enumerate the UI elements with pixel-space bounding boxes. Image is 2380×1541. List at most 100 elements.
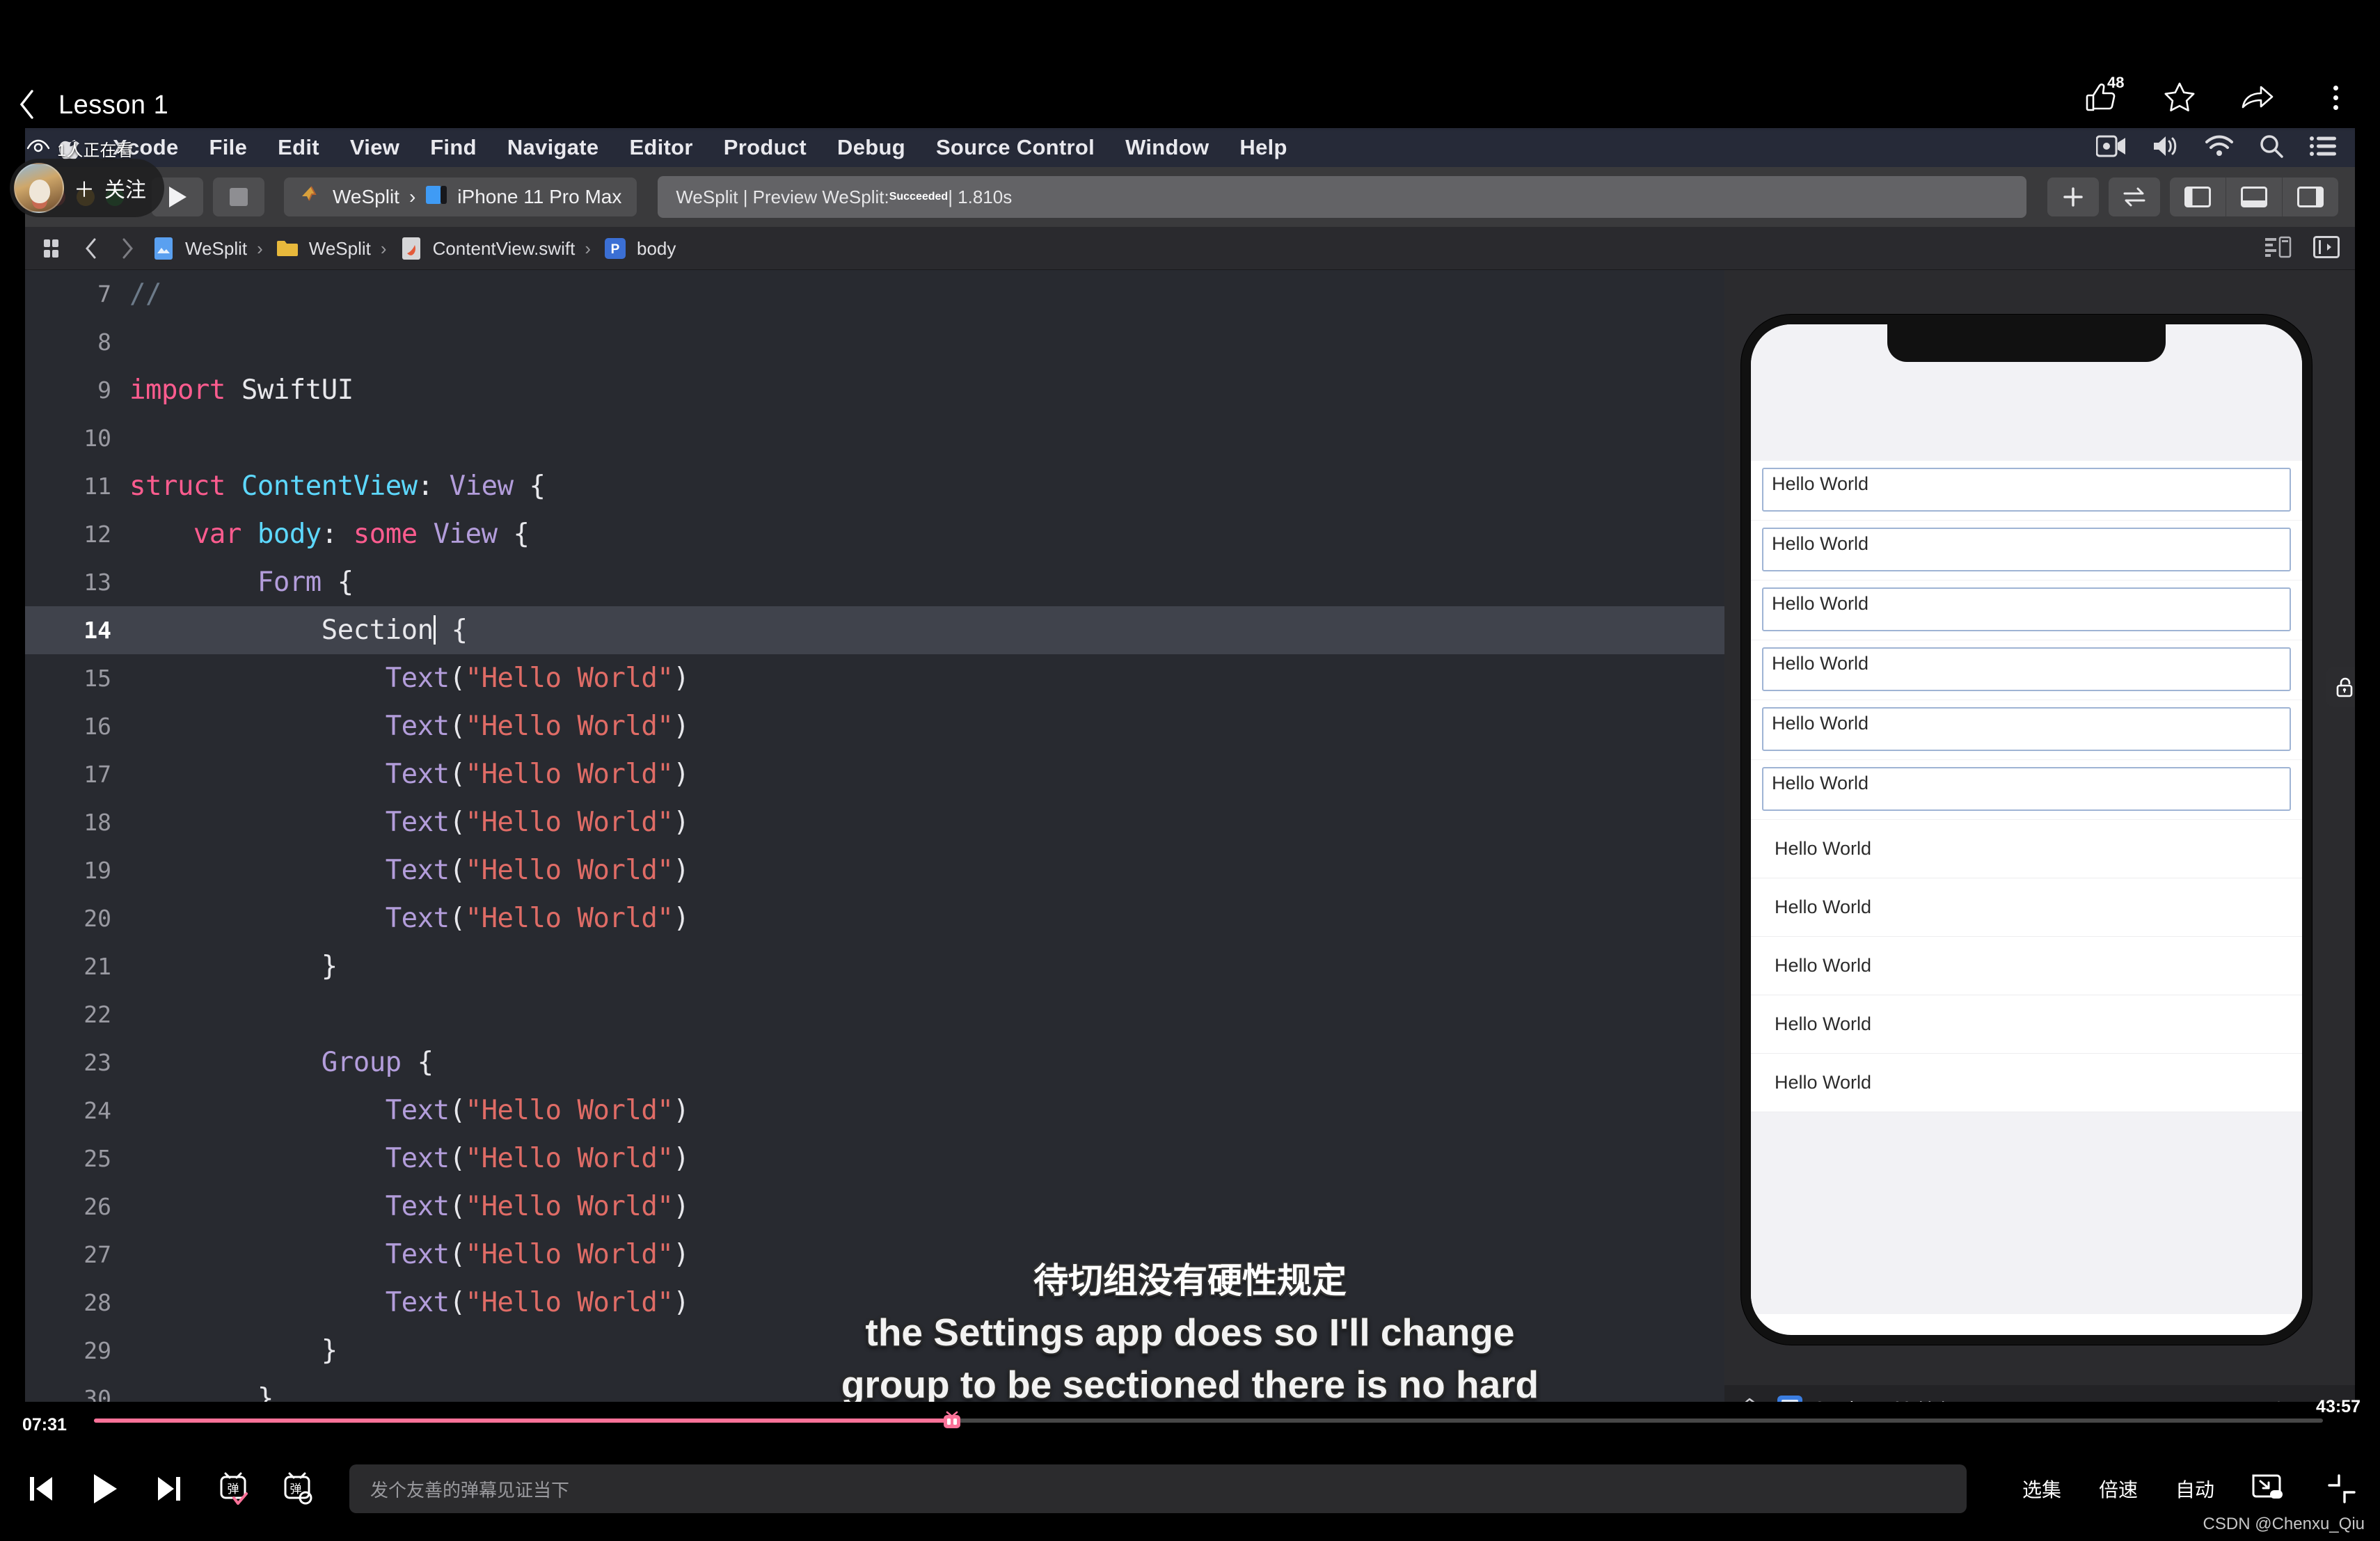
follow-button[interactable]: ＋ 关注	[10, 159, 164, 217]
code-line[interactable]: 21 }	[25, 942, 1724, 990]
toggle-navigator-panel-button[interactable]	[2170, 177, 2226, 216]
line-number: 18	[84, 809, 111, 836]
next-episode-button[interactable]	[145, 1464, 193, 1513]
scheme-selector[interactable]: WeSplit › iPhone 11 Pro Max	[284, 177, 637, 216]
breadcrumb-item-folder[interactable]: WeSplit	[309, 238, 371, 260]
menu-item-product[interactable]: Product	[724, 135, 807, 160]
wifi-icon[interactable]	[2205, 134, 2234, 161]
add-editor-button[interactable]	[2047, 177, 2099, 216]
code-line[interactable]: 25 Text("Hello World")	[25, 1135, 1724, 1183]
swift-file-icon	[397, 234, 426, 263]
danmaku-on-icon[interactable]: 弹	[209, 1464, 257, 1513]
code-line[interactable]: 10	[25, 414, 1724, 462]
breadcrumb-item-file[interactable]: ContentView.swift	[433, 238, 576, 260]
toggle-preview-canvas-icon[interactable]	[2313, 235, 2340, 262]
code-line[interactable]: 29 }	[25, 1327, 1724, 1375]
menu-item-file[interactable]: File	[209, 135, 248, 160]
previous-episode-button[interactable]	[17, 1464, 65, 1513]
preview-row-text: Hello World	[1775, 1072, 1872, 1093]
line-number: 16	[84, 713, 111, 740]
control-center-icon[interactable]	[2309, 136, 2337, 160]
minimap-toggle-icon[interactable]	[2264, 236, 2292, 262]
like-button[interactable]: 48	[2082, 74, 2124, 117]
xcode-toolbar: WeSplit › iPhone 11 Pro Max WeSplit | Pr…	[25, 167, 2355, 228]
code-line[interactable]: 15 Text("Hello World")	[25, 654, 1724, 702]
code-lines-container: 7 // 8 9 import SwiftUI 10 11 struct ContentVie…	[25, 270, 1724, 1423]
status-prefix: WeSplit | Preview WeSplit:	[676, 186, 889, 207]
code-line[interactable]: 13 Form {	[25, 558, 1724, 606]
menu-item-editor[interactable]: Editor	[629, 135, 692, 160]
code-line[interactable]: 28 Text("Hello World")	[25, 1279, 1724, 1327]
form-section-boxed: Hello World Hello World Hello World Hello W…	[1751, 461, 2302, 820]
menu-item-edit[interactable]: Edit	[278, 135, 319, 160]
progress-track[interactable]	[94, 1411, 2323, 1428]
code-editor[interactable]: 7 // 8 9 import SwiftUI 10 11 struct ContentVie…	[25, 270, 1724, 1430]
grid-icon[interactable]	[40, 234, 70, 263]
share-button[interactable]	[2238, 78, 2277, 117]
breadcrumb-sep-2: ›	[380, 237, 387, 259]
quality-auto-button[interactable]: 自动	[2175, 1475, 2214, 1503]
menu-item-find[interactable]: Find	[430, 135, 477, 160]
screen-recording-icon[interactable]	[2095, 134, 2127, 161]
play-button[interactable]	[81, 1464, 129, 1513]
preview-row-text: Hello World	[1775, 838, 1872, 859]
menu-item-debug[interactable]: Debug	[837, 135, 905, 160]
code-line[interactable]: 14 Section {	[25, 606, 1724, 654]
code-line[interactable]: 9 import SwiftUI	[25, 366, 1724, 414]
build-status-bar[interactable]: WeSplit | Preview WeSplit: Succeeded | 1…	[658, 176, 2026, 218]
breadcrumb-item-project[interactable]: WeSplit	[185, 238, 247, 260]
code-line[interactable]: 11 struct ContentView: View {	[25, 462, 1724, 510]
line-number: 15	[84, 665, 111, 692]
episode-list-button[interactable]: 选集	[2022, 1475, 2061, 1503]
swap-arrows-button[interactable]	[2109, 177, 2160, 216]
navigate-forward-icon[interactable]	[113, 234, 142, 263]
danmaku-input[interactable]: 发个友善的弹幕见证当下	[349, 1464, 1967, 1513]
progress-handle-tv-icon[interactable]	[941, 1409, 963, 1432]
volume-icon[interactable]	[2152, 134, 2180, 161]
code-line-text: Text("Hello World")	[385, 1143, 690, 1174]
progress-bar-area[interactable]: 07:31	[0, 1406, 2380, 1437]
watching-count-label: 1人正在看	[57, 141, 134, 160]
menu-item-source-control[interactable]: Source Control	[936, 135, 1095, 160]
toggle-debug-panel-button[interactable]	[2226, 177, 2283, 216]
breadcrumb-item-symbol[interactable]: body	[637, 238, 676, 260]
line-number: 8	[97, 329, 111, 356]
code-line[interactable]: 7 //	[25, 270, 1724, 318]
stop-button[interactable]	[213, 177, 264, 216]
code-line[interactable]: 18 Text("Hello World")	[25, 798, 1724, 846]
code-line[interactable]: 19 Text("Hello World")	[25, 846, 1724, 894]
code-line[interactable]: 22	[25, 990, 1724, 1038]
menu-item-navigate[interactable]: Navigate	[507, 135, 599, 160]
code-line[interactable]: 24 Text("Hello World")	[25, 1086, 1724, 1135]
avatar[interactable]	[14, 163, 64, 213]
playback-speed-button[interactable]: 倍速	[2099, 1475, 2138, 1503]
search-icon[interactable]	[2259, 134, 2284, 162]
code-line[interactable]: 26 Text("Hello World")	[25, 1183, 1724, 1231]
code-line[interactable]: 12 var body: some View {	[25, 510, 1724, 558]
code-line[interactable]: 16 Text("Hello World")	[25, 702, 1724, 750]
code-line[interactable]: 20 Text("Hello World")	[25, 894, 1724, 942]
menu-item-view[interactable]: View	[350, 135, 399, 160]
preview-row-text: Hello World	[1775, 955, 1872, 976]
navigate-back-icon[interactable]	[77, 234, 106, 263]
code-line-text: }	[321, 1335, 338, 1366]
code-line-text: Group {	[321, 1047, 434, 1078]
danmaku-settings-icon[interactable]: 弹	[273, 1464, 322, 1513]
line-number: 11	[84, 473, 111, 500]
back-icon[interactable]	[18, 89, 49, 120]
favorite-star-button[interactable]	[2160, 78, 2199, 117]
unlock-icon[interactable]	[2326, 667, 2355, 707]
menu-item-help[interactable]: Help	[1239, 135, 1287, 160]
code-line[interactable]: 17 Text("Hello World")	[25, 750, 1724, 798]
code-line[interactable]: 23 Group {	[25, 1038, 1724, 1086]
macos-menu-bar: Xcode File Edit View Find Navigate Edito…	[25, 128, 2355, 167]
picture-in-picture-icon[interactable]	[2248, 1469, 2288, 1509]
more-options-button[interactable]	[2316, 78, 2355, 117]
menu-item-window[interactable]: Window	[1125, 135, 1209, 160]
fullscreen-icon[interactable]	[2322, 1469, 2362, 1509]
line-number: 9	[97, 377, 111, 404]
code-line[interactable]: 27 Text("Hello World")	[25, 1231, 1724, 1279]
svg-text:P: P	[611, 242, 620, 257]
code-line[interactable]: 8	[25, 318, 1724, 366]
toggle-inspector-panel-button[interactable]	[2283, 177, 2338, 216]
